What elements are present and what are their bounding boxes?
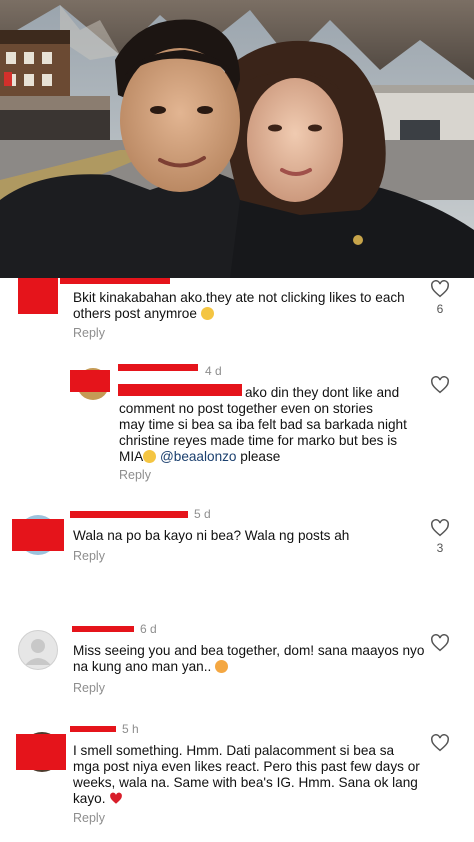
default-avatar-icon [18, 630, 58, 670]
heart-outline-icon[interactable] [430, 634, 450, 652]
comment-text: I smell something. Hmm. Dati palacomment… [73, 743, 420, 806]
comment-text: ako din they dont like and comment no po… [119, 385, 407, 464]
comment-text: Bkit kinakabahan ako.they ate not clicki… [73, 290, 405, 321]
redacted-avatar [16, 734, 66, 770]
like-count: 3 [436, 541, 444, 555]
timestamp: 6 d [140, 622, 157, 636]
crying-face-emoji [143, 450, 157, 463]
post-photo [0, 0, 474, 278]
reply-button[interactable]: Reply [73, 681, 105, 695]
comment: 5 h I smell something. Hmm. Dati palacom… [0, 722, 474, 832]
comment: 6 d Miss seeing you and bea together, do… [0, 620, 474, 700]
redacted-avatar [12, 519, 64, 551]
timestamp: 5 d [194, 507, 211, 521]
comment-reply: 4 d ako din they dont like and comment n… [0, 360, 474, 490]
heart-outline-icon[interactable] [430, 280, 450, 298]
timestamp: 5 h [122, 722, 139, 736]
comment-text: Miss seeing you and bea together, dom! s… [73, 643, 425, 674]
redacted-username [72, 626, 134, 632]
heart-outline-icon[interactable] [430, 519, 450, 537]
like-count: 6 [436, 302, 444, 316]
reply-button[interactable]: Reply [73, 549, 105, 563]
redacted-username [70, 511, 188, 518]
mention-link[interactable]: @beaalonzo [160, 449, 237, 464]
red-heart-emoji [110, 792, 123, 804]
crying-face-emoji [200, 307, 214, 320]
heart-outline-icon[interactable] [430, 734, 450, 752]
heart-outline-icon[interactable] [430, 376, 450, 394]
redacted-username [118, 364, 198, 371]
redacted-avatar [18, 278, 58, 314]
reply-button[interactable]: Reply [73, 326, 105, 340]
reply-button[interactable]: Reply [119, 468, 151, 482]
comment: 5 d Wala na po ba kayo ni bea? Wala ng p… [0, 505, 474, 575]
comment: Bkit kinakabahan ako.they ate not clicki… [0, 278, 474, 344]
smiling-face-with-hearts-emoji [215, 660, 229, 673]
comment-text: Wala na po ba kayo ni bea? Wala ng posts… [73, 528, 350, 543]
redacted-username [60, 278, 170, 284]
redacted-avatar [70, 370, 110, 392]
timestamp: 4 d [205, 364, 222, 378]
reply-button[interactable]: Reply [73, 811, 105, 825]
redacted-username [70, 726, 116, 732]
